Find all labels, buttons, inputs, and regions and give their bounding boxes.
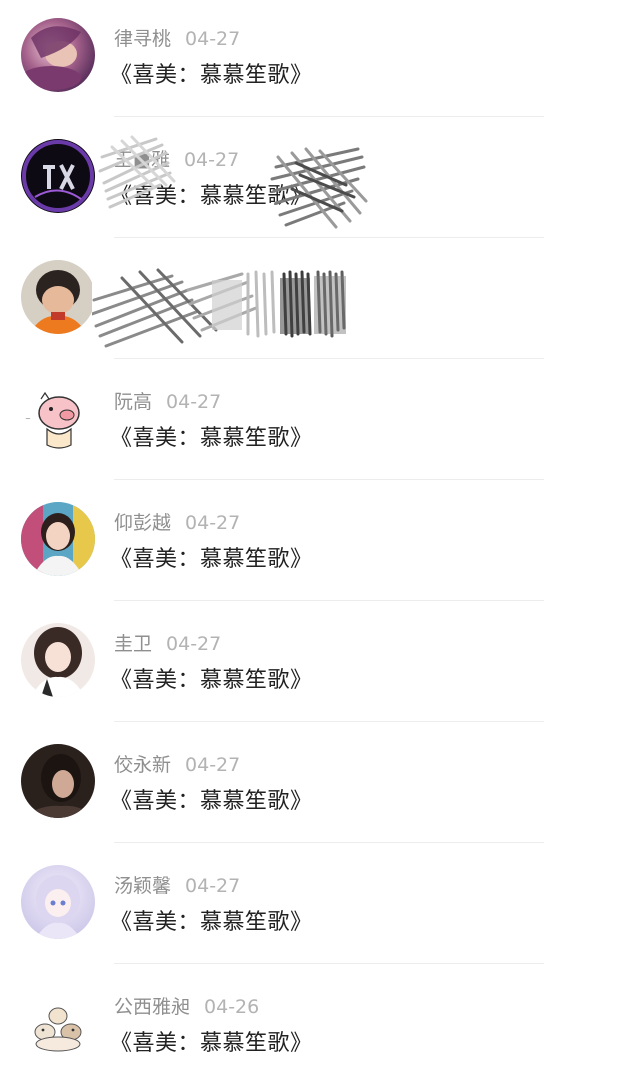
divider — [114, 116, 544, 117]
user-avatar[interactable] — [21, 865, 95, 939]
comment-item[interactable]: ~ 阮高 04-27 《喜美：慕慕笙歌》 — [0, 363, 640, 484]
comment-date: 04-26 — [204, 996, 260, 1018]
comment-item[interactable]: 圭卫 04-27 《喜美：慕慕笙歌》 — [0, 605, 640, 726]
comment-item[interactable]: 王■雅 04-27 《喜美：慕慕笙歌》 — [0, 121, 640, 242]
user-avatar[interactable] — [21, 623, 95, 697]
comment-meta: 阮高 04-27 — [114, 387, 221, 417]
cartoon-animals-avatar-icon — [21, 986, 95, 1060]
divider — [114, 237, 544, 238]
comment-date: 04-27 — [185, 28, 241, 50]
comment-date: 04-27 — [185, 875, 241, 897]
user-avatar[interactable]: ~ — [21, 381, 95, 455]
comment-date: 04-27 — [166, 633, 222, 655]
user-avatar[interactable] — [21, 502, 95, 576]
user-avatar[interactable] — [21, 744, 95, 818]
divider — [114, 842, 544, 843]
comment-date: 04-27 — [128, 270, 184, 292]
user-name[interactable]: 王■雅 — [114, 149, 170, 171]
comment-item[interactable]: 04-27 — [0, 242, 640, 363]
user-avatar[interactable] — [21, 260, 95, 334]
user-name[interactable]: 阮高 — [114, 391, 152, 413]
comment-meta: 佼永新 04-27 — [114, 750, 240, 780]
comment-text: 《喜美：慕慕笙歌》 — [110, 789, 313, 814]
comment-item[interactable]: 佼永新 04-27 《喜美：慕慕笙歌》 — [0, 726, 640, 847]
comment-meta: 律寻桃 04-27 — [114, 24, 240, 54]
user-name[interactable]: 公西雅昶 — [114, 996, 190, 1018]
dark-logo-avatar-icon — [21, 139, 95, 213]
user-name[interactable]: 律寻桃 — [114, 28, 171, 50]
comment-item[interactable]: 律寻桃 04-27 《喜美：慕慕笙歌》 — [0, 0, 640, 121]
comment-date: 04-27 — [185, 754, 241, 776]
comment-date: 04-27 — [183, 149, 240, 171]
user-name[interactable]: 圭卫 — [114, 633, 152, 655]
user-avatar[interactable] — [21, 18, 95, 92]
divider — [114, 963, 544, 964]
divider — [114, 479, 544, 480]
girl-photo-avatar-icon — [21, 502, 95, 576]
comment-item[interactable]: 公西雅昶 04-26 《喜美：慕慕笙歌》 — [0, 968, 640, 1074]
comment-meta: 公西雅昶 04-26 — [114, 992, 259, 1022]
comment-meta: 王■雅 04-27 — [114, 145, 239, 175]
child-photo-avatar-icon — [21, 260, 95, 334]
comment-item[interactable]: 仰彭越 04-27 《喜美：慕慕笙歌》 — [0, 484, 640, 605]
svg-text:~: ~ — [25, 415, 31, 423]
comment-date: 04-27 — [185, 512, 241, 534]
comment-text: 《喜美：慕慕笙歌》 — [110, 910, 313, 935]
comment-text: 《喜美：慕慕笙歌》 — [110, 184, 313, 209]
comment-text: 《喜美：慕慕笙歌》 — [110, 63, 313, 88]
user-avatar[interactable] — [21, 139, 95, 213]
comment-text: 《喜美：慕慕笙歌》 — [110, 1031, 313, 1056]
comment-list: 律寻桃 04-27 《喜美：慕慕笙歌》 王■雅 04-27 《喜美：慕慕笙歌》 — [0, 0, 640, 1074]
comment-text: 《喜美：慕慕笙歌》 — [110, 426, 313, 451]
comment-text: 《喜美：慕慕笙歌》 — [110, 547, 313, 572]
comment-meta: 圭卫 04-27 — [114, 629, 221, 659]
divider — [114, 600, 544, 601]
cartoon-pig-avatar-icon: ~ — [21, 381, 95, 455]
comment-date: 04-27 — [166, 391, 222, 413]
purple-portrait-avatar-icon — [21, 18, 95, 92]
user-name[interactable]: 汤颖馨 — [114, 875, 171, 897]
divider — [114, 358, 544, 359]
user-name[interactable]: 仰彭越 — [114, 512, 171, 534]
girl-selfie-avatar-icon — [21, 623, 95, 697]
comment-meta: 04-27 — [114, 266, 183, 296]
dark-portrait-avatar-icon — [21, 744, 95, 818]
user-avatar[interactable] — [21, 986, 95, 1060]
user-name[interactable]: 佼永新 — [114, 754, 171, 776]
comment-meta: 汤颖馨 04-27 — [114, 871, 240, 901]
comment-meta: 仰彭越 04-27 — [114, 508, 240, 538]
comment-text: 《喜美：慕慕笙歌》 — [110, 668, 313, 693]
anime-girl-avatar-icon — [21, 865, 95, 939]
divider — [114, 721, 544, 722]
comment-item[interactable]: 汤颖馨 04-27 《喜美：慕慕笙歌》 — [0, 847, 640, 968]
